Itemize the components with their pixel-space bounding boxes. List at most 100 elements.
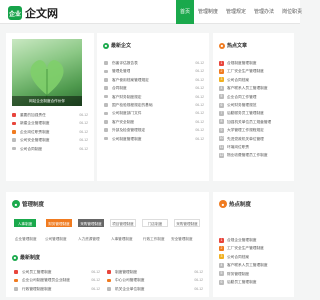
bullet-icon — [107, 287, 111, 291]
tag-link[interactable]: 行政工作制度 — [143, 237, 165, 242]
latest-icon: ■ — [103, 42, 109, 49]
bullet-icon — [14, 270, 18, 274]
list-item[interactable]: 公司安全管理制度 06-12 — [12, 136, 88, 144]
tag-link[interactable]: 人力资源管理 — [78, 237, 100, 242]
list-item[interactable]: 公司制度部门文件 06-12 — [104, 109, 204, 117]
nav-management-rules[interactable]: 管理规定 — [222, 0, 250, 24]
list-item[interactable]: 5 企业合同工作管理 — [219, 93, 291, 101]
tab-project-system[interactable]: 项目管理制度 — [110, 219, 136, 227]
nav-management-system[interactable]: 管理制度 — [194, 0, 222, 24]
hot-list: 1 合规制度管理制度 2 工厂安全生产管理制度 3 公司合同档案 4 客户联系人员工管理… — [219, 59, 291, 160]
list-item[interactable]: 合同制度 06-12 — [104, 84, 204, 92]
nav-home[interactable]: 首页 — [176, 0, 195, 24]
list-item[interactable]: 新建企业管理制度 06-12 — [12, 119, 88, 127]
list-item[interactable]: 公司制度管理制度 06-12 — [104, 135, 204, 143]
list-item[interactable]: 管理处管理 06-12 — [104, 67, 204, 75]
bullet-icon — [104, 61, 108, 65]
list-item[interactable]: 4 客户联系人员工管理制度 — [219, 261, 291, 269]
hot-header: ■ 热点文章 — [219, 42, 248, 49]
management-header: ■ 管理制度 — [12, 200, 44, 208]
list-item[interactable]: 11 环境岗位职责 — [219, 143, 291, 151]
bullet-icon — [12, 146, 16, 151]
site-name: 企文网 — [25, 7, 58, 20]
list-item[interactable]: 客户使用档案管理规定 06-12 — [104, 76, 204, 84]
list-item[interactable]: 4 客户联系人员工管理制度 — [219, 84, 291, 92]
logo-mark-icon: 企业 — [8, 6, 22, 20]
site-logo[interactable]: 企业 企文网 — [8, 5, 58, 21]
bullet-icon — [14, 278, 18, 283]
tab-purchase-system[interactable]: 采购管理制度 — [78, 219, 104, 227]
hot-system-header: ■ 热点制度 — [219, 200, 251, 208]
list-item[interactable]: 制度管理制度 06-12 — [107, 268, 203, 276]
bullet-icon — [104, 111, 108, 116]
bullet-icon — [14, 287, 18, 291]
tag-link[interactable]: 企业管理制度 — [15, 237, 37, 242]
management-icon: ■ — [12, 200, 20, 208]
main-nav: 首页 管理制度 管理规定 管理办法 岗位职责 — [176, 0, 306, 24]
tab-store-system[interactable]: 门店制度 — [142, 219, 168, 227]
bullet-icon — [12, 138, 16, 143]
featured-image[interactable]: 网站企业制度合作伙伴 — [12, 39, 82, 106]
list-item[interactable]: 伤害评估报告表 06-12 — [104, 59, 204, 67]
latest-header: ■ 最新企文 — [103, 42, 132, 49]
tab-finance-system[interactable]: 财务管理制度 — [46, 219, 72, 227]
list-item[interactable]: 12 物业收费管理员工作制度 — [219, 151, 291, 159]
list-item[interactable]: 国产检验规程规定的基础 06-12 — [104, 101, 204, 109]
nav-job-duties[interactable]: 岗位职责 — [278, 0, 306, 24]
tag-link[interactable]: 人事管理制度 — [111, 237, 133, 242]
hot-system-icon: ■ — [219, 200, 227, 208]
nav-management-methods[interactable]: 管理办法 — [250, 0, 278, 24]
list-item[interactable]: 公司合同制度 06-12 — [12, 145, 88, 153]
list-item[interactable]: 重要的加强责任 06-12 — [12, 111, 88, 119]
bullet-icon — [104, 128, 108, 133]
tab-procurement-system[interactable]: 采购管理制度 — [174, 219, 200, 227]
bullet-icon — [104, 78, 108, 82]
latest-system-icon: ■ — [12, 254, 18, 261]
featured-caption: 网站企业制度合作伙伴 — [12, 96, 82, 106]
bullet-icon — [104, 120, 108, 124]
bullet-icon — [12, 113, 16, 117]
list-item[interactable]: 8 加强机关单位员工规章管理 — [219, 118, 291, 126]
list-item[interactable]: 7 后勤服务员工管理制度 — [219, 109, 291, 117]
list-item[interactable]: 3 公司合同档案 — [219, 76, 291, 84]
hot-system-list: 1 合规企业管理制度 2 工厂安全生产管理制度 3 公司合同档案 4 客户联系人员工管理… — [219, 236, 291, 286]
bullet-icon — [104, 94, 108, 99]
list-item[interactable]: 5 财务管理制度 — [219, 270, 291, 278]
system-list-right: 制度管理制度 06-12 中心公司管理制度 06-12 机关企业单位制度 06-12 — [107, 268, 203, 293]
hot-icon: ■ — [219, 42, 225, 49]
list-item[interactable]: 企业岗位职责制度 06-12 — [12, 128, 88, 136]
bullet-icon — [107, 278, 111, 283]
bullet-icon — [104, 136, 108, 141]
list-item[interactable]: 客户安全制度 06-12 — [104, 118, 204, 126]
list-item[interactable]: 1 合规企业管理制度 — [219, 236, 291, 244]
bullet-icon — [104, 103, 108, 107]
top-bar: 企业 企文网 首页 管理制度 管理规定 管理办法 岗位职责 — [0, 0, 302, 24]
list-item[interactable]: 企业公司制度管理员企业制度 06-12 — [14, 276, 100, 284]
list-item[interactable]: 10 先进党政机关单位管理 — [219, 135, 291, 143]
list-item[interactable]: 1 合规制度管理制度 — [219, 59, 291, 67]
list-item[interactable]: 3 公司合同档案 — [219, 253, 291, 261]
list-item[interactable]: 2 工厂安全生产管理制度 — [219, 244, 291, 252]
list-item[interactable]: 客户财务制度规定 06-12 — [104, 93, 204, 101]
list-item[interactable]: 9 大学管理工作规程规定 — [219, 126, 291, 134]
list-item[interactable]: 外部及检查管理规定 06-12 — [104, 126, 204, 134]
bullet-icon — [104, 69, 108, 74]
list-item[interactable]: 6 后勤员工管理制度 — [219, 278, 291, 286]
list-item[interactable]: 6 公司财务管理规范 — [219, 101, 291, 109]
list-item[interactable]: 行政管理制度制度 06-12 — [14, 285, 100, 293]
list-item[interactable]: 2 工厂安全生产管理制度 — [219, 67, 291, 75]
bullet-icon — [12, 130, 16, 134]
tag-link[interactable]: 安全管理制度 — [171, 237, 193, 242]
latest-system-header: ■ 最新制度 — [12, 254, 41, 261]
latest-list: 伤害评估报告表 06-12 管理处管理 06-12 客户使用档案管理规定 06-12 … — [104, 59, 204, 143]
bullet-icon — [104, 86, 108, 91]
list-item[interactable]: 中心公司管理制度 06-12 — [107, 276, 203, 284]
bullet-icon — [107, 270, 111, 274]
bullet-icon — [12, 121, 16, 126]
featured-list: 重要的加强责任 06-12 新建企业管理制度 06-12 企业岗位职责制度 06-12… — [12, 111, 88, 153]
tab-hr-system[interactable]: 人事制度 — [14, 219, 36, 227]
list-item[interactable]: 机关企业单位制度 06-12 — [107, 285, 203, 293]
latest-system-list: 公司员工管理制度 06-12 企业公司制度管理员企业制度 06-12 行政管理制度制… — [14, 268, 100, 293]
list-item[interactable]: 公司员工管理制度 06-12 — [14, 268, 100, 276]
tag-link[interactable]: 公司管理制度 — [45, 237, 67, 242]
